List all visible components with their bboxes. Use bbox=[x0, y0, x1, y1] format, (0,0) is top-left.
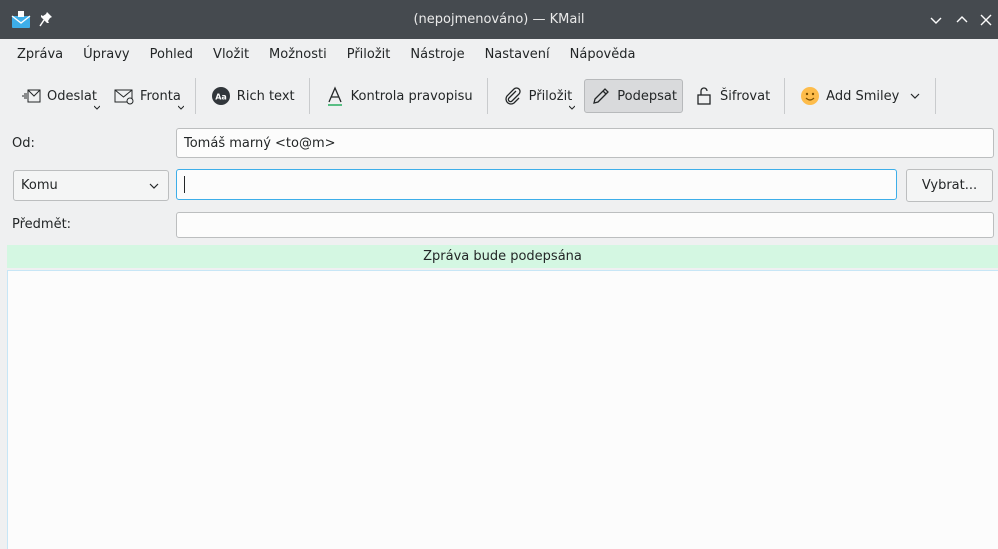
rich-text-label: Rich text bbox=[236, 88, 295, 104]
toolbar-separator bbox=[935, 78, 937, 114]
paperclip-icon bbox=[502, 85, 524, 107]
send-mail-icon bbox=[20, 85, 42, 107]
send-dropdown-icon[interactable] bbox=[93, 100, 101, 110]
window-title: (nepojmenováno) — KMail bbox=[413, 12, 585, 27]
chevron-down-icon bbox=[148, 180, 160, 192]
from-field[interactable]: Tomáš marný <to@m> bbox=[176, 128, 994, 158]
sign-label: Podepsat bbox=[617, 88, 677, 104]
subject-input[interactable] bbox=[176, 212, 994, 238]
menu-bar: Zpráva Úpravy Pohled Vložit Možnosti Při… bbox=[0, 39, 998, 70]
text-caret bbox=[184, 176, 185, 193]
attach-label: Přiložit bbox=[528, 88, 573, 104]
queue-dropdown-icon[interactable] bbox=[177, 100, 185, 110]
recipient-input[interactable] bbox=[176, 169, 897, 200]
add-smiley-label: Add Smiley bbox=[826, 88, 900, 104]
svg-text:Aa: Aa bbox=[215, 93, 227, 102]
attach-button[interactable]: Přiložit bbox=[496, 79, 579, 113]
toolbar-separator bbox=[784, 78, 786, 114]
main-toolbar: Odeslat Fronta Aa Rich text Kontrola pra… bbox=[0, 70, 998, 122]
add-smiley-button[interactable]: Add Smiley bbox=[793, 79, 927, 113]
rich-text-button[interactable]: Aa Rich text bbox=[204, 79, 301, 113]
recipient-type-value: Komu bbox=[21, 178, 58, 193]
select-recipients-button[interactable]: Vybrat... bbox=[906, 169, 993, 202]
menu-pohled[interactable]: Pohled bbox=[140, 39, 203, 70]
menu-moznosti[interactable]: Možnosti bbox=[259, 39, 337, 70]
from-value: Tomáš marný <to@m> bbox=[184, 135, 336, 151]
encrypt-label: Šifrovat bbox=[719, 88, 771, 104]
menu-nastaveni[interactable]: Nastavení bbox=[475, 39, 560, 70]
queue-button[interactable]: Fronta bbox=[107, 79, 187, 113]
toolbar-separator bbox=[486, 78, 488, 114]
pencil-icon bbox=[590, 85, 612, 107]
rich-text-icon: Aa bbox=[210, 85, 232, 107]
smiley-icon bbox=[799, 85, 821, 107]
spellcheck-button[interactable]: Kontrola pravopisu bbox=[318, 79, 479, 113]
unlocked-icon bbox=[693, 85, 715, 107]
spellcheck-label: Kontrola pravopisu bbox=[350, 88, 473, 104]
queue-label: Fronta bbox=[139, 88, 181, 104]
sign-toggle-button[interactable]: Podepsat bbox=[584, 79, 683, 113]
send-label: Odeslat bbox=[47, 88, 97, 104]
menu-zprava[interactable]: Zpráva bbox=[7, 39, 73, 70]
encrypt-toggle-button[interactable]: Šifrovat bbox=[687, 79, 776, 113]
minimize-icon[interactable] bbox=[928, 12, 944, 28]
queue-mail-icon bbox=[113, 85, 135, 107]
toolbar-separator bbox=[308, 78, 310, 114]
from-label: Od: bbox=[12, 136, 35, 151]
spellcheck-icon bbox=[324, 85, 346, 107]
send-button[interactable]: Odeslat bbox=[14, 79, 103, 113]
window-titlebar[interactable]: (nepojmenováno) — KMail bbox=[0, 0, 998, 39]
sign-status-banner: Zpráva bude podepsána bbox=[7, 245, 998, 268]
close-icon[interactable] bbox=[978, 12, 994, 28]
menu-napoveda[interactable]: Nápověda bbox=[560, 39, 646, 70]
menu-nastroje[interactable]: Nástroje bbox=[400, 39, 474, 70]
toolbar-separator bbox=[194, 78, 196, 114]
menu-prilozit[interactable]: Přiložit bbox=[337, 39, 401, 70]
message-body-editor[interactable] bbox=[7, 270, 998, 549]
menu-vlozit[interactable]: Vložit bbox=[203, 39, 259, 70]
subject-label: Předmět: bbox=[12, 217, 72, 232]
attach-dropdown-icon[interactable] bbox=[568, 100, 576, 110]
menu-upravy[interactable]: Úpravy bbox=[73, 39, 139, 70]
chevron-down-icon bbox=[909, 90, 921, 102]
maximize-icon[interactable] bbox=[954, 12, 970, 28]
recipient-type-select[interactable]: Komu bbox=[13, 170, 169, 201]
